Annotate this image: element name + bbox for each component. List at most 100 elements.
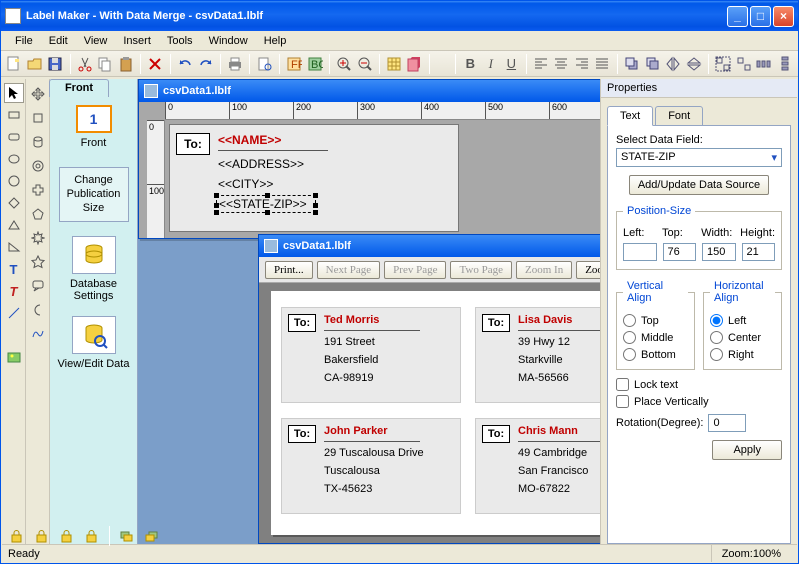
preview-icon[interactable] — [255, 53, 274, 75]
flip-v-icon[interactable] — [684, 53, 703, 75]
line-icon[interactable] — [4, 303, 24, 323]
callout-icon[interactable] — [27, 275, 49, 297]
valign-middle[interactable]: Middle — [623, 331, 688, 344]
maximize-button[interactable]: □ — [750, 6, 771, 27]
rect-icon[interactable] — [4, 105, 24, 125]
help-icon[interactable] — [406, 53, 425, 75]
align-center-icon[interactable] — [552, 53, 571, 75]
text-icon[interactable]: T — [4, 259, 24, 279]
close-button[interactable]: × — [773, 6, 794, 27]
align-justify-icon[interactable] — [593, 53, 612, 75]
halign-right[interactable]: Right — [710, 348, 775, 361]
next-page-button[interactable]: Next Page — [317, 261, 381, 279]
save-icon[interactable] — [46, 53, 65, 75]
roundrect-icon[interactable] — [4, 127, 24, 147]
valign-top[interactable]: Top — [623, 314, 688, 327]
underline-icon[interactable]: U — [502, 53, 521, 75]
cylinder-icon[interactable] — [27, 131, 49, 153]
ungroup-icon[interactable] — [734, 53, 753, 75]
ellipse-icon[interactable] — [4, 149, 24, 169]
lock-icon-1[interactable] — [6, 525, 28, 547]
zoom-in-button[interactable]: Zoom In — [516, 261, 572, 279]
tab-text[interactable]: Text — [607, 106, 653, 126]
design-window-titlebar[interactable]: csvData1.lblf _ □ × — [139, 80, 600, 102]
donut-icon[interactable] — [27, 155, 49, 177]
lock-text-check[interactable]: Lock text — [616, 378, 782, 391]
distribute-h-icon[interactable] — [755, 53, 774, 75]
lock-icon-3[interactable] — [56, 525, 78, 547]
redo-icon[interactable] — [196, 53, 215, 75]
two-page-button[interactable]: Two Page — [450, 261, 512, 279]
height-input[interactable] — [742, 243, 776, 261]
menu-tools[interactable]: Tools — [159, 33, 201, 49]
field-city[interactable]: <<CITY>> — [218, 177, 273, 191]
grid-icon[interactable] — [385, 53, 404, 75]
text-art-icon[interactable]: T — [4, 281, 24, 301]
image-icon[interactable] — [4, 347, 24, 367]
zoom-out-button[interactable]: Zoom Out — [576, 261, 600, 279]
new-icon[interactable] — [5, 53, 24, 75]
set-database-button[interactable] — [72, 236, 116, 274]
field-name[interactable]: <<NAME>> — [218, 133, 281, 147]
place-vertically-check[interactable]: Place Vertically — [616, 395, 782, 408]
align-right-icon[interactable] — [573, 53, 592, 75]
open-icon[interactable] — [26, 53, 45, 75]
rotation-input[interactable] — [708, 414, 746, 432]
group-icon[interactable] — [714, 53, 733, 75]
menu-view[interactable]: View — [76, 33, 116, 49]
italic-icon[interactable]: I — [482, 53, 501, 75]
front-view-icon[interactable]: FR — [285, 53, 304, 75]
prev-page-button[interactable]: Prev Page — [384, 261, 446, 279]
triangle-icon[interactable] — [4, 215, 24, 235]
menu-insert[interactable]: Insert — [115, 33, 159, 49]
left-input[interactable] — [623, 243, 657, 261]
page-thumbnail[interactable]: 1 — [76, 105, 112, 133]
field-statezip[interactable]: <<STATE-ZIP>> — [219, 197, 307, 211]
undo-icon[interactable] — [176, 53, 195, 75]
preview-body[interactable]: To: Ted Morris 191 Street Bakersfield CA… — [259, 283, 600, 543]
bring-front-icon[interactable] — [623, 53, 642, 75]
width-input[interactable] — [702, 243, 736, 261]
label-canvas[interactable]: To: <<NAME>> <<ADDRESS>> <<CITY>> <<STAT… — [169, 124, 459, 232]
lock-icon-4[interactable] — [81, 525, 103, 547]
menu-help[interactable]: Help — [256, 33, 295, 49]
halign-center[interactable]: Center — [710, 331, 775, 344]
send-back-icon[interactable] — [643, 53, 662, 75]
pointer-icon[interactable] — [4, 83, 24, 103]
cross-icon[interactable] — [27, 179, 49, 201]
valign-bottom[interactable]: Bottom — [623, 348, 688, 361]
burst-icon[interactable] — [27, 227, 49, 249]
layers-icon-1[interactable] — [116, 525, 138, 547]
star-icon[interactable] — [27, 251, 49, 273]
diamond-icon[interactable] — [4, 193, 24, 213]
layers-icon-2[interactable] — [141, 525, 163, 547]
halign-left[interactable]: Left — [710, 314, 775, 327]
square-icon[interactable] — [27, 107, 49, 129]
bold-icon[interactable]: B — [461, 53, 480, 75]
menu-edit[interactable]: Edit — [41, 33, 76, 49]
circle-icon[interactable] — [4, 171, 24, 191]
zoom-in-icon[interactable] — [335, 53, 354, 75]
view-data-button[interactable] — [72, 316, 116, 354]
menu-file[interactable]: File — [7, 33, 41, 49]
copy-icon[interactable] — [96, 53, 115, 75]
top-input[interactable] — [663, 243, 697, 261]
lock-icon-2[interactable] — [31, 525, 53, 547]
change-pub-size-button[interactable]: Change Publication Size — [59, 167, 129, 222]
menu-window[interactable]: Window — [201, 33, 256, 49]
add-update-datasource-button[interactable]: Add/Update Data Source — [629, 175, 769, 195]
moon-icon[interactable] — [27, 299, 49, 321]
pentagon-icon[interactable] — [27, 203, 49, 225]
zoom-out-icon[interactable] — [355, 53, 374, 75]
selection-box[interactable]: <<STATE-ZIP>> — [216, 195, 316, 213]
field-address[interactable]: <<ADDRESS>> — [218, 157, 304, 171]
move-icon[interactable] — [27, 83, 49, 105]
tab-font[interactable]: Font — [655, 106, 703, 126]
right-triangle-icon[interactable] — [4, 237, 24, 257]
print-button[interactable]: Print... — [265, 261, 313, 279]
paste-icon[interactable] — [117, 53, 136, 75]
cut-icon[interactable] — [76, 53, 95, 75]
curve-icon[interactable] — [27, 323, 49, 345]
minimize-button[interactable]: _ — [727, 6, 748, 27]
apply-button[interactable]: Apply — [712, 440, 782, 460]
